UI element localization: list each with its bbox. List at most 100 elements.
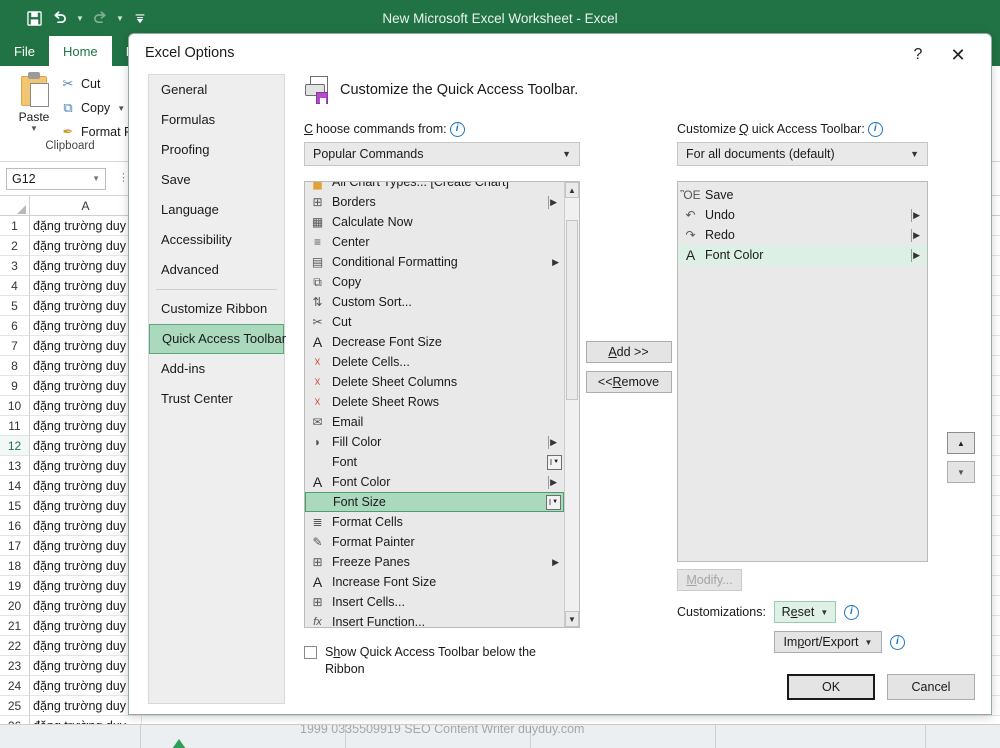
command-row[interactable]: ☓ Delete Sheet Columns	[305, 372, 564, 392]
row-header[interactable]: 5	[0, 296, 30, 316]
nav-item-general[interactable]: General	[149, 75, 284, 105]
grid-cell[interactable]: đặng trường duy	[30, 336, 142, 356]
command-row[interactable]: fx Insert Function...	[305, 612, 564, 627]
reset-button[interactable]: Reset ▼	[773, 601, 836, 623]
add-button[interactable]: Add >>	[585, 341, 672, 363]
customize-qat-scope-dropdown[interactable]: For all documents (default) ▼	[677, 142, 928, 166]
grid-cell[interactable]: đặng trường duy	[30, 376, 142, 396]
command-row[interactable]: ⊞ Insert Cells...	[305, 592, 564, 612]
paste-caret-icon[interactable]: ▼	[8, 124, 60, 133]
qat-item-row[interactable]: ↶ Undo ▶	[678, 205, 927, 225]
row-header[interactable]: 16	[0, 516, 30, 536]
row-header[interactable]: 20	[0, 596, 30, 616]
command-row[interactable]: ⊞ Borders ▶	[305, 192, 564, 212]
modify-button[interactable]: Modify...	[677, 569, 742, 591]
qat-item-row[interactable]: ὋE Save	[678, 185, 927, 205]
command-row[interactable]: ≡ Center	[305, 232, 564, 252]
nav-item-proofing[interactable]: Proofing	[149, 135, 284, 165]
command-row[interactable]: █ All Chart Types... [Create Chart]	[305, 182, 564, 192]
row-header[interactable]: 10	[0, 396, 30, 416]
arrow-up-icon[interactable]: ▲	[947, 432, 975, 454]
qat-item-row[interactable]: A Font Color ▶	[678, 245, 927, 265]
grid-cell[interactable]: đặng trường duy	[30, 496, 142, 516]
grid-cell[interactable]: đặng trường duy	[30, 396, 142, 416]
cancel-button[interactable]: Cancel	[887, 674, 975, 700]
info-icon[interactable]: i	[889, 634, 905, 650]
options-nav-list[interactable]: General Formulas Proofing Save Language Acces…	[148, 74, 286, 704]
choose-commands-from-dropdown[interactable]: Popular Commands ▼	[304, 142, 580, 166]
undo-icon[interactable]	[48, 6, 72, 30]
command-row[interactable]: ▦ Calculate Now	[305, 212, 564, 232]
row-header[interactable]: 4	[0, 276, 30, 296]
command-row[interactable]: ✉ Email	[305, 412, 564, 432]
close-icon[interactable]: ✕	[945, 42, 971, 68]
grid-cell[interactable]: đặng trường duy	[30, 276, 142, 296]
grid-cell[interactable]: đặng trường duy	[30, 416, 142, 436]
row-header[interactable]: 1	[0, 216, 30, 236]
command-row[interactable]: ▤ Conditional Formatting ▶	[305, 252, 564, 272]
command-row[interactable]: ≣ Format Cells	[305, 512, 564, 532]
import-export-button[interactable]: Import/Export ▼	[773, 631, 882, 653]
info-icon[interactable]: i	[449, 121, 465, 137]
qat-item-row[interactable]: ↷ Redo ▶	[678, 225, 927, 245]
info-icon[interactable]: i	[867, 121, 883, 137]
row-header[interactable]: 12	[0, 436, 30, 456]
grid-cell[interactable]: đặng trường duy	[30, 456, 142, 476]
row-header[interactable]: 18	[0, 556, 30, 576]
grid-cell[interactable]: đặng trường duy	[30, 696, 142, 716]
undo-dropdown-caret-icon[interactable]: ▼	[74, 14, 86, 23]
grid-cell[interactable]: đặng trường duy	[30, 616, 142, 636]
paste-button[interactable]: Paste ▼	[8, 72, 60, 133]
quick-access-toolbar[interactable]: ▼ ▼	[0, 6, 152, 30]
select-all-corner[interactable]	[0, 195, 30, 216]
tab-home[interactable]: Home	[48, 36, 112, 66]
command-row[interactable]: ☓ Delete Sheet Rows	[305, 392, 564, 412]
chevron-down-icon[interactable]: ▼	[864, 638, 872, 647]
row-header[interactable]: 3	[0, 256, 30, 276]
command-row[interactable]: ◗ Fill Color ▶	[305, 432, 564, 452]
column-header-a[interactable]: A	[30, 195, 142, 216]
nav-item-formulas[interactable]: Formulas	[149, 105, 284, 135]
command-row[interactable]: ☓ Delete Cells...	[305, 352, 564, 372]
checkbox-box[interactable]	[304, 646, 317, 659]
row-header[interactable]: 17	[0, 536, 30, 556]
row-header[interactable]: 11	[0, 416, 30, 436]
scroll-down-icon[interactable]: ▼	[565, 611, 579, 627]
grid-cell[interactable]: đặng trường duy	[30, 576, 142, 596]
redo-icon[interactable]	[88, 6, 112, 30]
command-row[interactable]: Font Size I ▼	[305, 492, 564, 512]
nav-item-save[interactable]: Save	[149, 165, 284, 195]
row-header[interactable]: 25	[0, 696, 30, 716]
grid-cell[interactable]: đặng trường duy	[30, 516, 142, 536]
remove-button[interactable]: << Remove	[585, 371, 672, 393]
grid-cell[interactable]: đặng trường duy	[30, 676, 142, 696]
qat-listbox[interactable]: ὋE Save ↶ Undo ▶ ↷ Redo ▶ A Font Color ▶	[677, 181, 928, 562]
save-icon[interactable]	[22, 6, 46, 30]
row-header[interactable]: 24	[0, 676, 30, 696]
nav-item-trust-center[interactable]: Trust Center	[149, 384, 284, 414]
command-row[interactable]: Font I ▼	[305, 452, 564, 472]
grid-cell[interactable]: đặng trường duy	[30, 256, 142, 276]
row-header[interactable]: 15	[0, 496, 30, 516]
nav-item-quick-access-toolbar[interactable]: Quick Access Toolbar	[149, 324, 286, 354]
row-header[interactable]: 2	[0, 236, 30, 256]
customize-qat-icon[interactable]	[128, 6, 152, 30]
grid-cell[interactable]: đặng trường duy	[30, 216, 142, 236]
help-icon[interactable]: ?	[905, 42, 931, 68]
command-row[interactable]: ⧉ Copy	[305, 272, 564, 292]
arrow-down-icon[interactable]: ▼	[947, 461, 975, 483]
grid-cell[interactable]: đặng trường duy	[30, 236, 142, 256]
copy-caret-icon[interactable]: ▼	[117, 104, 125, 113]
grid-cell[interactable]: đặng trường duy	[30, 656, 142, 676]
row-header[interactable]: 19	[0, 576, 30, 596]
row-header[interactable]: 14	[0, 476, 30, 496]
command-row[interactable]: A Font Color ▶	[305, 472, 564, 492]
row-header[interactable]: 22	[0, 636, 30, 656]
name-box-caret-icon[interactable]: ▼	[92, 174, 100, 183]
grid-cell[interactable]: đặng trường duy	[30, 436, 142, 456]
grid-cell[interactable]: đặng trường duy	[30, 316, 142, 336]
row-header[interactable]: 9	[0, 376, 30, 396]
row-header[interactable]: 6	[0, 316, 30, 336]
row-header[interactable]: 8	[0, 356, 30, 376]
row-header[interactable]: 21	[0, 616, 30, 636]
